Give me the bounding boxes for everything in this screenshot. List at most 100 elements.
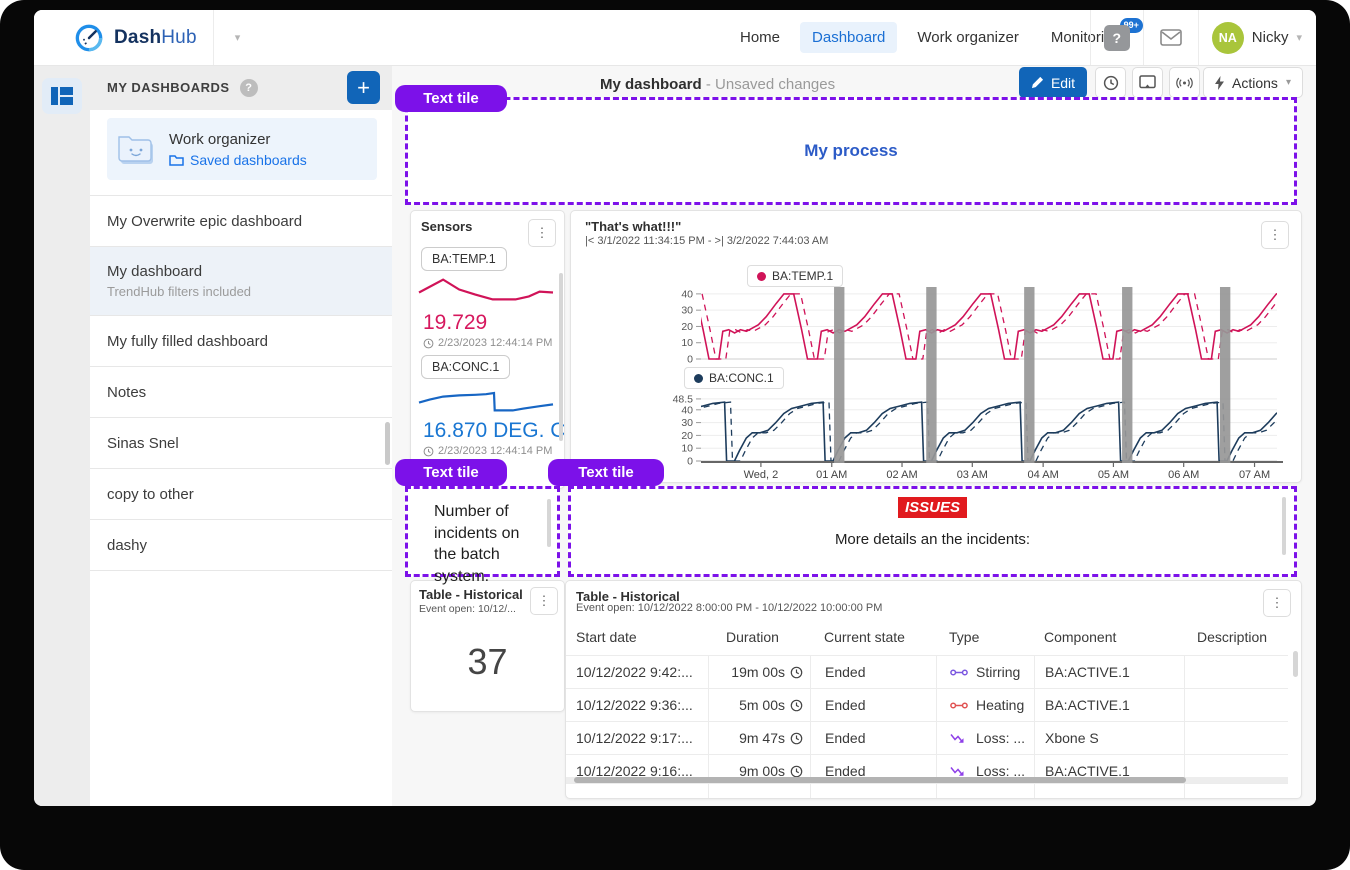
count-title: Table - Historical bbox=[419, 587, 523, 602]
cell-current-state: Ended bbox=[810, 656, 936, 688]
cell-current-state: Ended bbox=[810, 689, 936, 721]
note-scrollbar[interactable] bbox=[547, 499, 551, 547]
sidebar-title: MY DASHBOARDS bbox=[107, 80, 230, 95]
svg-text:07 AM: 07 AM bbox=[1239, 469, 1270, 481]
column-header-component: Component bbox=[1034, 623, 1184, 655]
table-row[interactable]: 10/12/2022 9:17:...9m 47sEndedLoss: ...X… bbox=[566, 721, 1288, 754]
sidebar-item-my-fully-filled-dashboard[interactable]: My fully filled dashboard bbox=[90, 316, 392, 367]
sensors-scrollbar[interactable] bbox=[559, 273, 563, 441]
table-header-row: Start dateDurationCurrent stateTypeCompo… bbox=[566, 623, 1288, 655]
screen-frame: DashHub ▾ HomeDashboardWork organizerMon… bbox=[0, 0, 1350, 870]
loss-icon bbox=[950, 766, 968, 777]
table-vscrollbar[interactable] bbox=[1293, 651, 1298, 677]
issues-scrollbar[interactable] bbox=[1282, 497, 1286, 555]
sidebar-item-my-dashboard[interactable]: My dashboardTrendHub filters included bbox=[90, 247, 392, 316]
text-tile-label[interactable]: Text tile bbox=[395, 459, 507, 486]
actions-button[interactable]: Actions ▾ bbox=[1203, 67, 1303, 98]
cell-type: Heating bbox=[936, 689, 1034, 721]
cell-type: Stirring bbox=[936, 656, 1034, 688]
add-dashboard-button[interactable]: + bbox=[347, 71, 380, 104]
time-settings-button[interactable] bbox=[1095, 67, 1126, 98]
sensor-tag-badge[interactable]: BA:TEMP.1 bbox=[421, 247, 507, 271]
text-tile-process[interactable]: My process bbox=[405, 97, 1297, 205]
workspace-card[interactable]: Work organizer Saved dashboards bbox=[107, 118, 377, 180]
table-row[interactable]: 10/12/2022 9:42:...19m 00sEndedStirringB… bbox=[566, 655, 1288, 688]
sidebar-item-notes[interactable]: Notes bbox=[90, 367, 392, 418]
sidebar-item-label: My Overwrite epic dashboard bbox=[107, 213, 375, 230]
dashboard-list: My Overwrite epic dashboard My dashboardT… bbox=[90, 195, 392, 571]
live-broadcast-button[interactable] bbox=[1169, 67, 1200, 98]
partial-cell bbox=[708, 783, 810, 799]
sidebar-item-copy-to-other[interactable]: copy to other bbox=[90, 469, 392, 520]
duration-text: 9m 47s bbox=[739, 730, 785, 746]
text-tile-issues[interactable]: ISSUES More details an the incidents: bbox=[568, 486, 1297, 577]
present-button[interactable] bbox=[1132, 67, 1163, 98]
sensor-timestamp-text: 2/23/2023 12:44:14 PM bbox=[438, 337, 552, 349]
help-button[interactable]: ? bbox=[1104, 25, 1130, 51]
cell-description bbox=[1184, 689, 1288, 721]
text-tile-label[interactable]: Text tile bbox=[395, 85, 507, 112]
sidebar: MY DASHBOARDS ? + Work organizer Saved d… bbox=[90, 65, 393, 806]
edit-button[interactable]: Edit bbox=[1019, 67, 1087, 98]
text-tile-label[interactable]: Text tile bbox=[548, 459, 664, 486]
clock-icon bbox=[423, 338, 434, 349]
trend-kebab-menu-button[interactable]: ⋮ bbox=[1261, 221, 1289, 249]
clock-icon bbox=[790, 666, 803, 679]
mail-button[interactable] bbox=[1157, 26, 1185, 50]
cell-type: Loss: ... bbox=[936, 722, 1034, 754]
sensor-blocks: BA:TEMP.119.7292/23/2023 12:44:14 PMBA:C… bbox=[411, 245, 564, 461]
nav-item-work-organizer[interactable]: Work organizer bbox=[905, 22, 1030, 53]
sidebar-item-my-overwrite-epic-dashboard[interactable]: My Overwrite epic dashboard bbox=[90, 196, 392, 247]
broadcast-icon bbox=[1176, 77, 1193, 89]
legend-ba-temp-1[interactable]: BA:TEMP.1 bbox=[747, 265, 843, 287]
sensors-kebab-menu-button[interactable]: ⋮ bbox=[528, 219, 556, 247]
legend-dot bbox=[694, 374, 703, 383]
trend-tile: "That's what!!!" |< 3/1/2022 11:34:15 PM… bbox=[570, 210, 1302, 483]
nav-item-dashboard[interactable]: Dashboard bbox=[800, 22, 897, 53]
saved-dashboards-label: Saved dashboards bbox=[190, 152, 307, 168]
dashboards-rail-button[interactable] bbox=[42, 78, 82, 114]
clock-icon bbox=[790, 699, 803, 712]
dumbbell-icon bbox=[950, 667, 968, 678]
sidebar-item-dashy[interactable]: dashy bbox=[90, 520, 392, 571]
edit-label: Edit bbox=[1051, 75, 1075, 91]
avatar[interactable]: NA bbox=[1212, 22, 1244, 54]
brand[interactable]: DashHub ▾ bbox=[74, 10, 240, 65]
trend-time-range: |< 3/1/2022 11:34:15 PM - >| 3/2/2022 7:… bbox=[585, 235, 828, 247]
table-row[interactable]: 10/12/2022 9:36:...5m 00sEndedHeatingBA:… bbox=[566, 688, 1288, 721]
partial-cell bbox=[936, 783, 1034, 799]
sidebar-item-label: Notes bbox=[107, 384, 375, 401]
table-partial-row bbox=[566, 783, 1288, 798]
nav-item-home[interactable]: Home bbox=[728, 22, 792, 53]
topbar-divider bbox=[213, 10, 214, 65]
sidebar-item-label: My fully filled dashboard bbox=[107, 333, 375, 350]
trend-chart: 01020304001020304048.5Wed, 201 AM02 AM03… bbox=[571, 279, 1301, 481]
issues-content: ISSUES More details an the incidents: bbox=[571, 489, 1294, 574]
sidebar-header: MY DASHBOARDS ? + bbox=[90, 65, 392, 110]
sidebar-item-label: copy to other bbox=[107, 486, 375, 503]
app-window: DashHub ▾ HomeDashboardWork organizerMon… bbox=[34, 10, 1316, 806]
duration-text: 5m 00s bbox=[739, 697, 785, 713]
dumbbell-icon bbox=[950, 700, 968, 711]
legend-ba-conc-1[interactable]: BA:CONC.1 bbox=[684, 367, 784, 389]
count-kebab-menu-button[interactable]: ⋮ bbox=[530, 587, 558, 615]
clock-icon bbox=[790, 732, 803, 745]
sidebar-item-sinas-snel[interactable]: Sinas Snel bbox=[90, 418, 392, 469]
sidebar-scrollbar[interactable] bbox=[385, 422, 390, 465]
left-rail bbox=[34, 65, 90, 806]
user-menu[interactable]: NA Nicky ▾ bbox=[1212, 22, 1302, 54]
lightning-icon bbox=[1215, 76, 1224, 90]
sparkline-chart bbox=[417, 273, 555, 309]
saved-dashboards-link[interactable]: Saved dashboards bbox=[169, 152, 307, 168]
text-tile-note[interactable]: Number of incidents on the batch system. bbox=[405, 486, 560, 577]
sensor-tag-badge[interactable]: BA:CONC.1 bbox=[421, 355, 510, 379]
dashboard-title: My dashboard - Unsaved changes bbox=[600, 76, 835, 93]
cell-description bbox=[1184, 656, 1288, 688]
brand-chevron-down-icon[interactable]: ▾ bbox=[235, 31, 241, 44]
table-kebab-menu-button[interactable]: ⋮ bbox=[1263, 589, 1291, 617]
sidebar-help-icon[interactable]: ? bbox=[240, 79, 258, 97]
nav-item-label: Dashboard bbox=[812, 29, 885, 46]
brand-part1: Dash bbox=[114, 27, 161, 48]
cell-component: BA:ACTIVE.1 bbox=[1034, 689, 1184, 721]
svg-text:10: 10 bbox=[681, 337, 693, 349]
